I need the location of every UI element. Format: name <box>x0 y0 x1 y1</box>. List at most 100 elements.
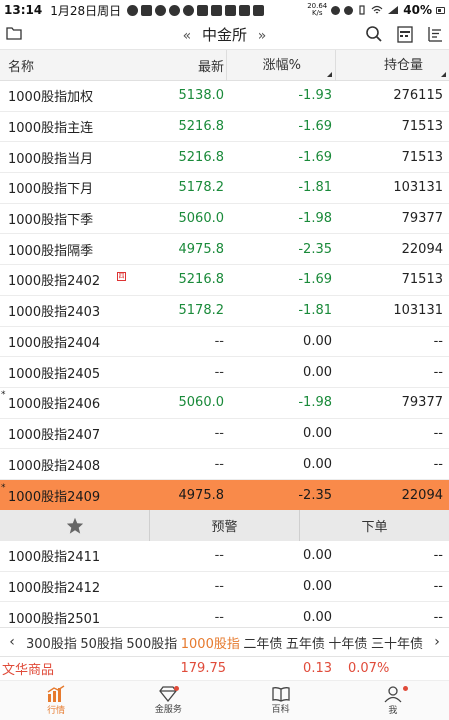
table-row[interactable]: 1000股指2408 -- 0.00 -- <box>0 449 449 480</box>
nav-market[interactable]: 行情 <box>0 681 112 720</box>
change-percent: -1.98 <box>298 395 332 411</box>
contract-name: 1000股指2405 <box>8 366 101 382</box>
chevron-left-icon[interactable]: ‹ <box>0 634 24 650</box>
search-icon[interactable] <box>365 25 383 43</box>
net-speed: 20.64 K/s <box>307 3 327 17</box>
nav-me[interactable]: 我 <box>337 681 449 720</box>
tab-6[interactable]: 十年债 <box>328 633 367 652</box>
ticker-change: 0.13 <box>303 661 332 676</box>
change-percent: 0.00 <box>303 609 332 625</box>
table-row[interactable]: 1000股指隔季 4975.8 -2.35 22094 <box>0 234 449 266</box>
bottom-nav: 行情 金服务 百科 我 <box>0 681 449 720</box>
ticker-percent: 0.07% <box>348 661 390 676</box>
message-icon <box>127 4 139 16</box>
table-row-selected[interactable]: * 1000股指2409 4975.8 -2.35 22094 <box>0 479 449 511</box>
table-row[interactable]: 1000股指2405 -- 0.00 -- <box>0 357 449 388</box>
app-icon <box>155 4 167 16</box>
last-price: 4975.8 <box>178 487 225 503</box>
open-interest: 71513 <box>401 119 443 135</box>
contract-name: 1000股指加权 <box>8 90 94 106</box>
alert-button[interactable]: 预警 <box>150 510 300 541</box>
index-ticker[interactable]: 文华商品 179.75 0.13 0.07% <box>0 657 449 681</box>
last-price: 5216.8 <box>178 149 225 165</box>
open-interest: -- <box>433 425 443 441</box>
contract-name: 1000股指2402 <box>8 274 101 290</box>
contract-name-cell: 1000股指当月 <box>0 148 150 167</box>
table-header: 名称 最新 涨幅% 持仓量 <box>0 49 449 81</box>
column-header-name[interactable]: 名称 <box>0 56 150 75</box>
table-row[interactable]: 1000股指当月 5216.8 -1.69 71513 <box>0 142 449 174</box>
change-percent: -1.69 <box>298 272 332 288</box>
table-row[interactable]: 1000股指下季 5060.0 -1.98 79377 <box>0 204 449 235</box>
contract-name: 1000股指2411 <box>8 550 101 566</box>
sort-indicator-icon <box>441 71 446 77</box>
contract-name-cell: 1000股指2408 <box>0 455 150 474</box>
tab-2[interactable]: 500股指 <box>126 633 177 652</box>
open-interest: -- <box>433 364 443 380</box>
change-percent: 0.00 <box>303 425 332 441</box>
prev-exchange-button[interactable]: « <box>183 28 192 44</box>
column-header-last[interactable]: 最新 <box>150 56 226 75</box>
contract-name-cell: 1000股指2404 <box>0 332 150 351</box>
contract-name-cell: * 1000股指2409 <box>0 483 150 505</box>
nav-encyclopedia-label: 百科 <box>271 705 290 715</box>
app-icon <box>253 4 265 16</box>
table-row[interactable]: 1000股指加权 5138.0 -1.93 276115 <box>0 81 449 112</box>
table-row[interactable]: * 1000股指2406 5060.0 -1.98 79377 <box>0 388 449 419</box>
net-speed-unit: K/s <box>311 9 323 17</box>
tab-1[interactable]: 50股指 <box>80 633 123 652</box>
app-icon <box>197 4 209 16</box>
open-interest: -- <box>433 579 443 595</box>
contract-name-cell: * 1000股指2406 <box>0 390 150 412</box>
nav-gold-service[interactable]: 金服务 <box>112 681 224 720</box>
nav-market-label: 行情 <box>47 706 66 716</box>
table-row[interactable]: 1000股指2404 -- 0.00 -- <box>0 327 449 358</box>
ticker-price: 179.75 <box>180 661 227 676</box>
last-price: -- <box>214 579 224 595</box>
tab-4[interactable]: 二年债 <box>243 633 282 652</box>
change-percent: -2.35 <box>298 241 332 257</box>
open-interest: 22094 <box>401 241 443 257</box>
sort-settings-icon[interactable] <box>427 25 443 43</box>
open-interest: 22094 <box>401 487 443 503</box>
column-header-change[interactable]: 涨幅% <box>226 49 336 81</box>
table-row[interactable]: 1000股指2402 四 5216.8 -1.69 71513 <box>0 265 449 296</box>
last-price: 5178.2 <box>178 180 225 196</box>
nav-encyclopedia[interactable]: 百科 <box>225 681 337 720</box>
contract-name-cell: 1000股指2412 <box>0 577 150 596</box>
table-row[interactable]: 1000股指2501 -- 0.00 -- <box>0 602 449 626</box>
calendar-icon[interactable] <box>397 25 413 43</box>
last-price: 5178.2 <box>178 303 225 319</box>
tab-3[interactable]: 1000股指 <box>181 633 240 652</box>
last-price: 5060.0 <box>178 395 225 411</box>
favorite-button[interactable] <box>0 510 150 541</box>
table-row[interactable]: 1000股指主连 5216.8 -1.69 71513 <box>0 112 449 143</box>
open-interest: 103131 <box>393 303 443 319</box>
next-exchange-button[interactable]: » <box>258 28 267 44</box>
open-interest: -- <box>433 548 443 564</box>
tab-5[interactable]: 五年债 <box>286 633 325 652</box>
wifi-icon <box>371 5 383 14</box>
contract-name: 1000股指2407 <box>8 427 101 443</box>
open-interest: 79377 <box>401 395 443 411</box>
star-icon <box>66 517 83 534</box>
contract-name: 1000股指主连 <box>8 121 94 137</box>
table-row[interactable]: 1000股指2403 5178.2 -1.81 103131 <box>0 296 449 327</box>
table-row[interactable]: 1000股指2407 -- 0.00 -- <box>0 419 449 450</box>
last-price: -- <box>214 548 224 564</box>
status-time: 13:14 <box>4 3 43 17</box>
contract-name: 1000股指2403 <box>8 305 101 321</box>
contract-name-cell: 1000股指加权 <box>0 86 150 105</box>
chevron-right-icon[interactable]: › <box>425 634 449 650</box>
book-icon <box>271 687 290 702</box>
tab-0[interactable]: 300股指 <box>26 633 77 652</box>
table-row[interactable]: 1000股指下月 5178.2 -1.81 103131 <box>0 173 449 204</box>
order-button[interactable]: 下单 <box>300 510 449 541</box>
chart-icon <box>47 685 65 702</box>
open-interest: -- <box>433 609 443 625</box>
tab-7[interactable]: 三十年债 <box>371 633 423 652</box>
column-header-open-interest[interactable]: 持仓量 <box>336 50 449 81</box>
table-row[interactable]: 1000股指2411 -- 0.00 -- <box>0 541 449 572</box>
open-interest: -- <box>433 333 443 349</box>
table-row[interactable]: 1000股指2412 -- 0.00 -- <box>0 572 449 603</box>
